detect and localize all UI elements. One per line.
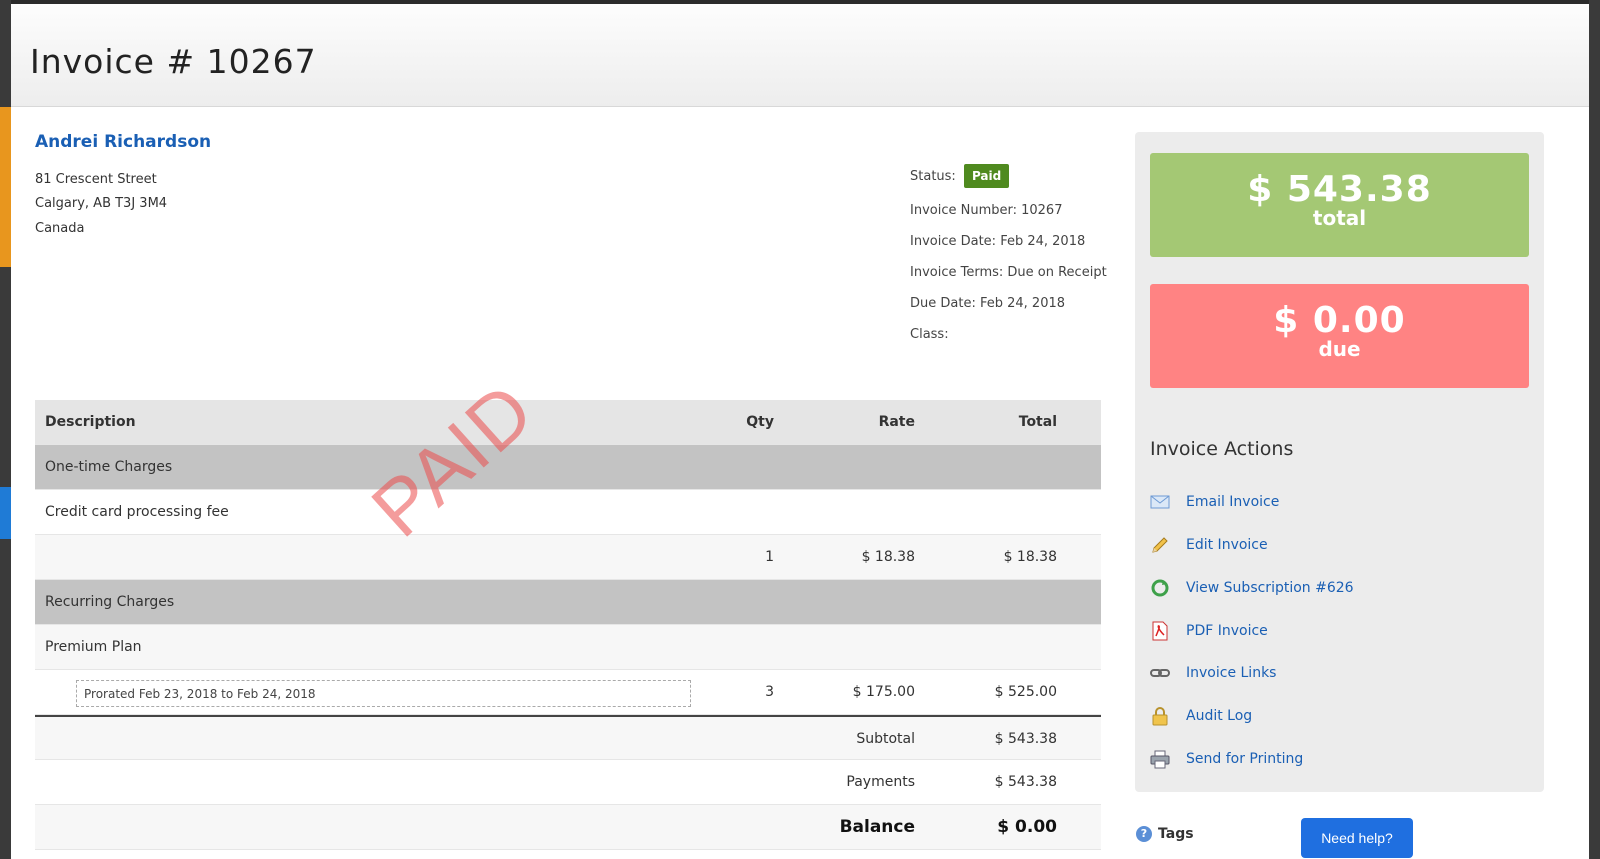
nav-tab-blue[interactable] (0, 487, 11, 539)
table-row: Premium Plan (35, 625, 1101, 670)
subtotal-row: Subtotal $ 543.38 (35, 715, 1101, 760)
item-total: $ 18.38 (1003, 549, 1057, 565)
need-help-button[interactable]: Need help? (1301, 818, 1413, 858)
invoice-page: Invoice # 10267 Andrei Richardson 81 Cre… (11, 4, 1600, 859)
item-qty: 1 (765, 549, 774, 565)
due-date: Due Date: Feb 24, 2018 (910, 296, 1066, 311)
action-label: Send for Printing (1186, 751, 1304, 767)
invoice-line-items-table: Description Qty Rate Total One-time Char… (35, 400, 1101, 850)
table-group-row: One-time Charges (35, 445, 1101, 490)
balance-value: $ 0.00 (997, 817, 1057, 837)
printer-icon (1150, 749, 1170, 769)
invoice-actions-title: Invoice Actions (1150, 438, 1294, 460)
customer-name-link[interactable]: Andrei Richardson (35, 132, 211, 152)
total-amount-box: $ 543.38 total (1150, 153, 1529, 257)
table-row: Prorated Feb 23, 2018 to Feb 24, 2018 3 … (35, 670, 1101, 715)
link-icon (1150, 663, 1170, 683)
prorate-note: Prorated Feb 23, 2018 to Feb 24, 2018 (76, 680, 691, 707)
table-row: 1 $ 18.38 $ 18.38 (35, 535, 1101, 580)
action-label: View Subscription #626 (1186, 580, 1354, 596)
payments-row: Payments $ 543.38 (35, 760, 1101, 805)
total-label: total (1312, 206, 1367, 230)
status-label: Status: (910, 169, 956, 184)
tags-section[interactable]: ? Tags (1136, 826, 1194, 842)
due-amount: $ 0.00 (1273, 300, 1406, 341)
action-label: Edit Invoice (1186, 537, 1268, 553)
address-line-3: Canada (35, 221, 85, 236)
col-header-rate: Rate (878, 414, 915, 430)
pencil-icon (1150, 535, 1170, 555)
page-header: Invoice # 10267 (11, 4, 1600, 107)
envelope-icon (1150, 492, 1170, 512)
edit-invoice-link[interactable]: Edit Invoice (1150, 533, 1268, 557)
send-for-printing-link[interactable]: Send for Printing (1150, 747, 1303, 771)
tags-label: Tags (1158, 826, 1194, 842)
window-scrollbar[interactable] (1589, 0, 1600, 859)
invoice-sidebar: $ 543.38 total $ 0.00 due Invoice Action… (1135, 132, 1544, 792)
lock-icon (1150, 706, 1170, 726)
invoice-class: Class: (910, 327, 949, 342)
subtotal-value: $ 543.38 (994, 731, 1057, 747)
payments-value: $ 543.38 (994, 774, 1057, 790)
item-total: $ 525.00 (994, 684, 1057, 700)
invoice-number: Invoice Number: 10267 (910, 203, 1063, 218)
action-label: PDF Invoice (1186, 623, 1268, 639)
group-name: Recurring Charges (45, 594, 175, 610)
due-amount-box: $ 0.00 due (1150, 284, 1529, 388)
action-label: Invoice Links (1186, 665, 1277, 681)
item-description: Credit card processing fee (45, 504, 229, 520)
item-description: Premium Plan (45, 639, 142, 655)
status-row: Status: Paid (910, 164, 1010, 188)
action-label: Audit Log (1186, 708, 1253, 724)
item-rate: $ 175.00 (852, 684, 915, 700)
col-header-description: Description (45, 414, 136, 430)
payments-label: Payments (846, 774, 915, 790)
address-line-2: Calgary, AB T3J 3M4 (35, 196, 168, 211)
subtotal-label: Subtotal (856, 731, 915, 747)
col-header-total: Total (1018, 414, 1057, 430)
col-header-qty: Qty (746, 414, 774, 430)
invoice-terms: Invoice Terms: Due on Receipt (910, 265, 1107, 280)
due-label: due (1318, 337, 1361, 361)
table-row: Credit card processing fee (35, 490, 1101, 535)
balance-row: Balance $ 0.00 (35, 805, 1101, 850)
page-title: Invoice # 10267 (30, 42, 317, 81)
refresh-icon (1150, 578, 1170, 598)
table-header-row: Description Qty Rate Total (35, 400, 1101, 445)
item-rate: $ 18.38 (861, 549, 915, 565)
view-subscription-link[interactable]: View Subscription #626 (1150, 576, 1354, 600)
email-invoice-link[interactable]: Email Invoice (1150, 490, 1279, 514)
status-badge: Paid (963, 164, 1010, 188)
help-question-icon: ? (1136, 826, 1152, 842)
address-line-1: 81 Crescent Street (35, 172, 157, 187)
nav-tab-active-orange[interactable] (0, 107, 11, 267)
action-label: Email Invoice (1186, 494, 1280, 510)
invoice-date: Invoice Date: Feb 24, 2018 (910, 234, 1086, 249)
group-name: One-time Charges (45, 459, 173, 475)
pdf-icon (1150, 621, 1170, 641)
audit-log-link[interactable]: Audit Log (1150, 704, 1252, 728)
total-amount: $ 543.38 (1247, 169, 1432, 210)
balance-label: Balance (839, 817, 915, 837)
item-qty: 3 (765, 684, 774, 700)
pdf-invoice-link[interactable]: PDF Invoice (1150, 619, 1268, 643)
table-group-row: Recurring Charges (35, 580, 1101, 625)
left-nav-strip (0, 0, 11, 859)
invoice-links-link[interactable]: Invoice Links (1150, 661, 1276, 685)
